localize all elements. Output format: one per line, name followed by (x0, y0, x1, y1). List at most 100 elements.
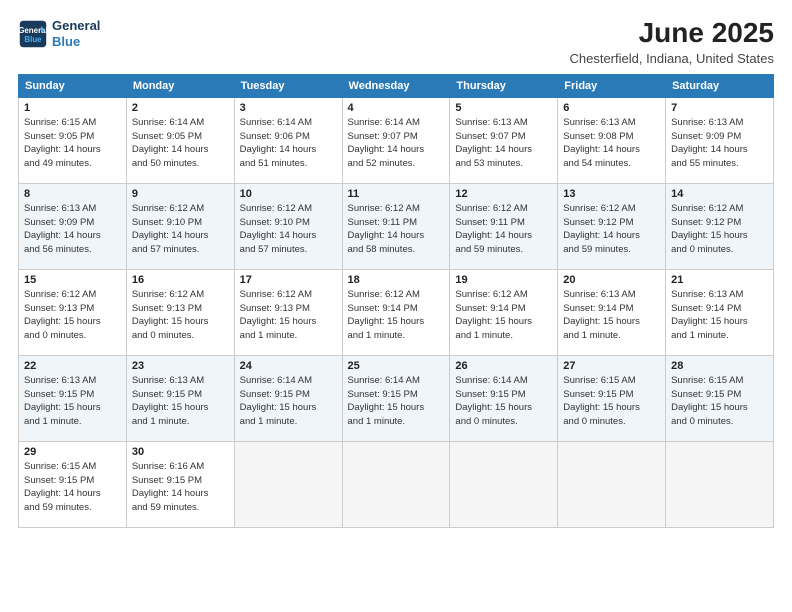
day-info: Sunrise: 6:12 AMSunset: 9:10 PMDaylight:… (132, 202, 229, 257)
weekday-header-monday: Monday (126, 74, 234, 97)
day-number: 25 (348, 360, 445, 372)
day-number: 3 (240, 102, 337, 114)
calendar-header-row: SundayMondayTuesdayWednesdayThursdayFrid… (19, 74, 774, 97)
day-number: 1 (24, 102, 121, 114)
calendar-cell (558, 441, 666, 527)
logo: General Blue General Blue (18, 18, 100, 49)
calendar-cell: 22 Sunrise: 6:13 AMSunset: 9:15 PMDayligh… (19, 355, 127, 441)
day-info: Sunrise: 6:13 AMSunset: 9:14 PMDaylight:… (671, 288, 768, 343)
day-info: Sunrise: 6:14 AMSunset: 9:06 PMDaylight:… (240, 116, 337, 171)
calendar-cell: 3 Sunrise: 6:14 AMSunset: 9:06 PMDaylight… (234, 97, 342, 183)
calendar-cell: 6 Sunrise: 6:13 AMSunset: 9:08 PMDaylight… (558, 97, 666, 183)
day-info: Sunrise: 6:12 AMSunset: 9:12 PMDaylight:… (671, 202, 768, 257)
weekday-header-thursday: Thursday (450, 74, 558, 97)
day-info: Sunrise: 6:14 AMSunset: 9:15 PMDaylight:… (455, 374, 552, 429)
day-number: 14 (671, 188, 768, 200)
calendar-week-row: 22 Sunrise: 6:13 AMSunset: 9:15 PMDayligh… (19, 355, 774, 441)
calendar-cell: 20 Sunrise: 6:13 AMSunset: 9:14 PMDayligh… (558, 269, 666, 355)
weekday-header-tuesday: Tuesday (234, 74, 342, 97)
day-number: 6 (563, 102, 660, 114)
weekday-header-friday: Friday (558, 74, 666, 97)
calendar-cell: 8Sunrise: 6:13 AMSunset: 9:09 PMDaylight… (19, 183, 127, 269)
day-number: 8 (24, 188, 121, 200)
day-info: Sunrise: 6:13 AMSunset: 9:07 PMDaylight:… (455, 116, 552, 171)
header: General Blue General Blue June 2025 Ches… (18, 18, 774, 66)
day-number: 23 (132, 360, 229, 372)
day-info: Sunrise: 6:16 AMSunset: 9:15 PMDaylight:… (132, 460, 229, 515)
calendar: SundayMondayTuesdayWednesdayThursdayFrid… (18, 74, 774, 528)
calendar-cell: 7 Sunrise: 6:13 AMSunset: 9:09 PMDaylight… (666, 97, 774, 183)
calendar-week-row: 15 Sunrise: 6:12 AMSunset: 9:13 PMDayligh… (19, 269, 774, 355)
calendar-cell: 16Sunrise: 6:12 AMSunset: 9:13 PMDayligh… (126, 269, 234, 355)
day-number: 4 (348, 102, 445, 114)
day-number: 21 (671, 274, 768, 286)
day-info: Sunrise: 6:12 AMSunset: 9:14 PMDaylight:… (455, 288, 552, 343)
calendar-cell: 12 Sunrise: 6:12 AMSunset: 9:11 PMDayligh… (450, 183, 558, 269)
day-number: 22 (24, 360, 121, 372)
day-info: Sunrise: 6:13 AMSunset: 9:09 PMDaylight:… (671, 116, 768, 171)
day-info: Sunrise: 6:12 AMSunset: 9:14 PMDaylight:… (348, 288, 445, 343)
day-number: 24 (240, 360, 337, 372)
day-number: 30 (132, 446, 229, 458)
calendar-cell: 11 Sunrise: 6:12 AMSunset: 9:11 PMDayligh… (342, 183, 450, 269)
day-info: Sunrise: 6:12 AMSunset: 9:10 PMDaylight:… (240, 202, 337, 257)
calendar-cell: 1 Sunrise: 6:15 AMSunset: 9:05 PMDaylight… (19, 97, 127, 183)
logo-icon: General Blue (18, 19, 48, 49)
calendar-cell (234, 441, 342, 527)
day-info: Sunrise: 6:14 AMSunset: 9:05 PMDaylight:… (132, 116, 229, 171)
calendar-week-row: 1 Sunrise: 6:15 AMSunset: 9:05 PMDaylight… (19, 97, 774, 183)
day-number: 27 (563, 360, 660, 372)
page: General Blue General Blue June 2025 Ches… (0, 0, 792, 612)
calendar-cell: 9 Sunrise: 6:12 AMSunset: 9:10 PMDaylight… (126, 183, 234, 269)
day-number: 10 (240, 188, 337, 200)
calendar-cell: 2 Sunrise: 6:14 AMSunset: 9:05 PMDaylight… (126, 97, 234, 183)
day-info: Sunrise: 6:14 AMSunset: 9:15 PMDaylight:… (348, 374, 445, 429)
day-info: Sunrise: 6:13 AMSunset: 9:15 PMDaylight:… (132, 374, 229, 429)
calendar-cell: 18Sunrise: 6:12 AMSunset: 9:14 PMDayligh… (342, 269, 450, 355)
day-number: 15 (24, 274, 121, 286)
day-number: 16 (132, 274, 229, 286)
day-info: Sunrise: 6:12 AMSunset: 9:13 PMDaylight:… (240, 288, 337, 343)
day-info: Sunrise: 6:14 AMSunset: 9:15 PMDaylight:… (240, 374, 337, 429)
calendar-cell (450, 441, 558, 527)
calendar-cell: 19 Sunrise: 6:12 AMSunset: 9:14 PMDayligh… (450, 269, 558, 355)
calendar-cell: 27Sunrise: 6:15 AMSunset: 9:15 PMDayligh… (558, 355, 666, 441)
day-info: Sunrise: 6:12 AMSunset: 9:12 PMDaylight:… (563, 202, 660, 257)
svg-text:Blue: Blue (24, 35, 42, 44)
day-info: Sunrise: 6:13 AMSunset: 9:08 PMDaylight:… (563, 116, 660, 171)
calendar-cell: 26 Sunrise: 6:14 AMSunset: 9:15 PMDayligh… (450, 355, 558, 441)
calendar-cell: 5 Sunrise: 6:13 AMSunset: 9:07 PMDaylight… (450, 97, 558, 183)
calendar-cell: 25 Sunrise: 6:14 AMSunset: 9:15 PMDayligh… (342, 355, 450, 441)
day-info: Sunrise: 6:15 AMSunset: 9:05 PMDaylight:… (24, 116, 121, 171)
day-number: 9 (132, 188, 229, 200)
location: Chesterfield, Indiana, United States (569, 51, 774, 66)
day-number: 2 (132, 102, 229, 114)
weekday-header-sunday: Sunday (19, 74, 127, 97)
calendar-cell: 10 Sunrise: 6:12 AMSunset: 9:10 PMDayligh… (234, 183, 342, 269)
calendar-cell: 23 Sunrise: 6:13 AMSunset: 9:15 PMDayligh… (126, 355, 234, 441)
day-number: 7 (671, 102, 768, 114)
calendar-cell: 28Sunrise: 6:15 AMSunset: 9:15 PMDayligh… (666, 355, 774, 441)
calendar-cell: 24 Sunrise: 6:14 AMSunset: 9:15 PMDayligh… (234, 355, 342, 441)
day-info: Sunrise: 6:13 AMSunset: 9:15 PMDaylight:… (24, 374, 121, 429)
weekday-header-wednesday: Wednesday (342, 74, 450, 97)
day-number: 20 (563, 274, 660, 286)
calendar-cell: 29Sunrise: 6:15 AMSunset: 9:15 PMDayligh… (19, 441, 127, 527)
calendar-cell: 30 Sunrise: 6:16 AMSunset: 9:15 PMDayligh… (126, 441, 234, 527)
day-number: 26 (455, 360, 552, 372)
day-info: Sunrise: 6:12 AMSunset: 9:11 PMDaylight:… (348, 202, 445, 257)
calendar-week-row: 29Sunrise: 6:15 AMSunset: 9:15 PMDayligh… (19, 441, 774, 527)
day-number: 12 (455, 188, 552, 200)
day-info: Sunrise: 6:13 AMSunset: 9:14 PMDaylight:… (563, 288, 660, 343)
day-info: Sunrise: 6:15 AMSunset: 9:15 PMDaylight:… (24, 460, 121, 515)
day-number: 5 (455, 102, 552, 114)
calendar-cell: 14 Sunrise: 6:12 AMSunset: 9:12 PMDayligh… (666, 183, 774, 269)
calendar-cell: 17Sunrise: 6:12 AMSunset: 9:13 PMDayligh… (234, 269, 342, 355)
title-section: June 2025 Chesterfield, Indiana, United … (569, 18, 774, 66)
day-info: Sunrise: 6:12 AMSunset: 9:11 PMDaylight:… (455, 202, 552, 257)
day-number: 13 (563, 188, 660, 200)
day-number: 19 (455, 274, 552, 286)
calendar-cell: 4Sunrise: 6:14 AMSunset: 9:07 PMDaylight… (342, 97, 450, 183)
calendar-cell (342, 441, 450, 527)
day-number: 11 (348, 188, 445, 200)
